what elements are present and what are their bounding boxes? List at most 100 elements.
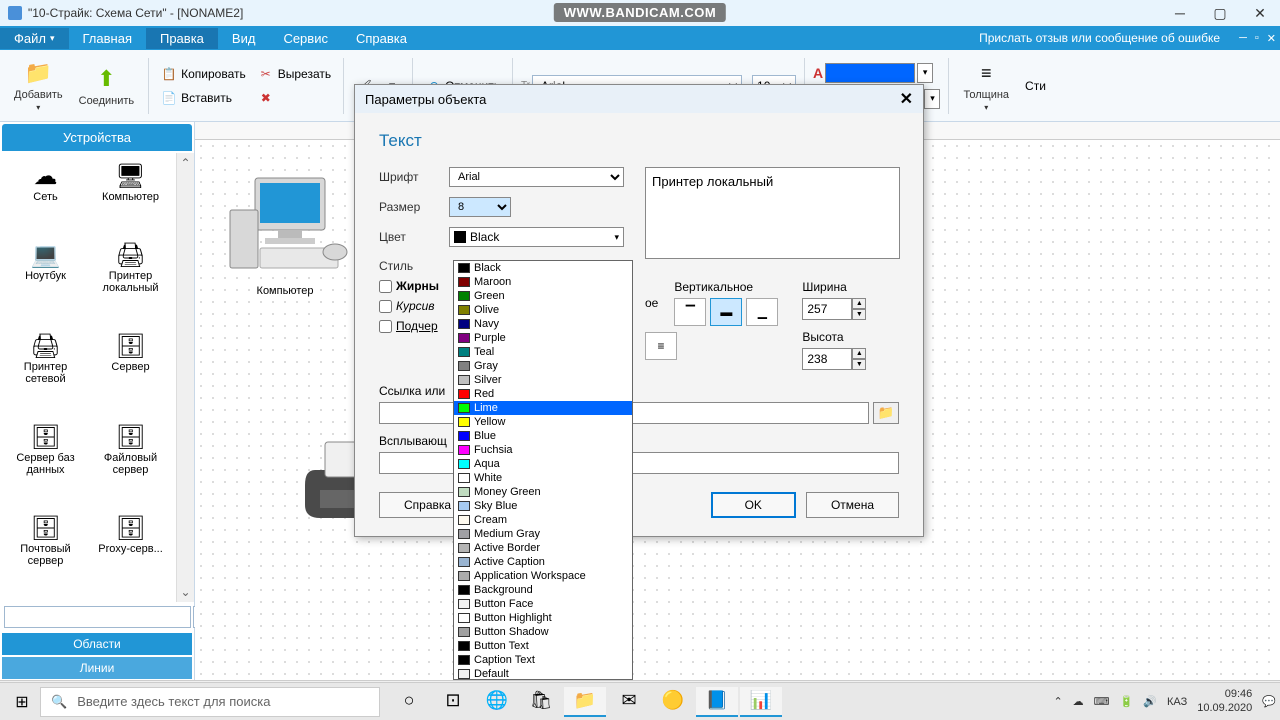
paste-button[interactable]: 📄Вставить <box>157 88 250 108</box>
tray-clock[interactable]: 09:46 10.09.2020 <box>1197 688 1252 714</box>
mdi-maximize[interactable]: ▫ <box>1255 32 1259 45</box>
color-option-aqua[interactable]: Aqua <box>454 457 632 471</box>
scroll-up[interactable]: ⌃ <box>177 153 194 173</box>
file-menu[interactable]: Файл ▾ <box>0 28 69 49</box>
device-laptop[interactable]: 💻Ноутбук <box>4 236 87 325</box>
dialog-text-input[interactable] <box>645 167 900 259</box>
delete-button[interactable]: ✖ <box>254 88 335 108</box>
color-dropdown-list[interactable]: BlackMaroonGreenOliveNavyPurpleTealGrayS… <box>453 260 633 680</box>
color-dropdown-arrow[interactable]: ▾ <box>917 63 933 83</box>
feedback-link[interactable]: Прислать отзыв или сообщение об ошибке <box>979 31 1220 45</box>
color-option-button-face[interactable]: Button Face <box>454 597 632 611</box>
device-dbserver[interactable]: 🗄Сервер баз данных <box>4 418 87 507</box>
color-swatch[interactable] <box>825 63 915 83</box>
color-option-purple[interactable]: Purple <box>454 331 632 345</box>
device-printer-local[interactable]: 🖨Принтер локальный <box>89 236 172 325</box>
menu-edit[interactable]: Правка <box>146 28 218 49</box>
color-option-button-highlight[interactable]: Button Highlight <box>454 611 632 625</box>
sidebar-section-areas[interactable]: Области <box>2 633 192 655</box>
link-browse[interactable]: 📁 <box>873 402 899 424</box>
menu-main[interactable]: Главная <box>69 28 146 49</box>
color-option-money-green[interactable]: Money Green <box>454 485 632 499</box>
scroll-down[interactable]: ⌄ <box>177 582 194 602</box>
start-button[interactable]: ⊞ <box>4 687 40 717</box>
task-app[interactable]: 📊 <box>740 687 782 717</box>
task-mail[interactable]: ✉ <box>608 687 650 717</box>
device-proxyserver[interactable]: 🗄Proxy-серв... <box>89 509 172 598</box>
color-option-gray[interactable]: Gray <box>454 359 632 373</box>
device-fileserver[interactable]: 🗄Файловый сервер <box>89 418 172 507</box>
mdi-minimize[interactable]: ─ <box>1239 32 1247 45</box>
device-network[interactable]: ☁Сеть <box>4 157 87 234</box>
color-option-teal[interactable]: Teal <box>454 345 632 359</box>
color-option-button-text[interactable]: Button Text <box>454 639 632 653</box>
width-spinner[interactable]: ▲▼ <box>802 298 866 320</box>
taskbar-search[interactable]: 🔍 Введите здесь текст для поиска <box>40 687 380 717</box>
color-option-default[interactable]: Default <box>454 667 632 680</box>
menu-service[interactable]: Сервис <box>269 28 342 49</box>
valign-bottom[interactable]: ▁ <box>746 298 778 326</box>
tray-onedrive-icon[interactable]: ☁ <box>1073 695 1084 708</box>
color-option-sky-blue[interactable]: Sky Blue <box>454 499 632 513</box>
cancel-button[interactable]: Отмена <box>806 492 899 518</box>
color-option-caption-text[interactable]: Caption Text <box>454 653 632 667</box>
add-button[interactable]: 📁 Добавить▾ <box>8 57 69 114</box>
dialog-font-select[interactable]: Arial <box>449 167 624 187</box>
copy-button[interactable]: 📋Копировать <box>157 64 250 84</box>
tray-input-icon[interactable]: ⌨ <box>1094 695 1110 708</box>
device-mailserver[interactable]: 🗄Почтовый сервер <box>4 509 87 598</box>
canvas-object-computer[interactable]: Компьютер <box>220 170 350 297</box>
color-option-fuchsia[interactable]: Fuchsia <box>454 443 632 457</box>
device-printer-network[interactable]: 🖨Принтер сетевой <box>4 327 87 416</box>
valign-middle[interactable]: ▬ <box>710 298 742 326</box>
color-option-active-caption[interactable]: Active Caption <box>454 555 632 569</box>
close-button[interactable]: ✕ <box>1240 0 1280 26</box>
dialog-color-select[interactable]: Black ▾ <box>449 227 624 247</box>
color-option-yellow[interactable]: Yellow <box>454 415 632 429</box>
color-option-maroon[interactable]: Maroon <box>454 275 632 289</box>
sidebar-header-devices[interactable]: Устройства <box>2 124 192 151</box>
task-edge[interactable]: 🌐 <box>476 687 518 717</box>
color-option-olive[interactable]: Olive <box>454 303 632 317</box>
minimize-button[interactable]: ─ <box>1160 0 1200 26</box>
color-option-blue[interactable]: Blue <box>454 429 632 443</box>
color-option-active-border[interactable]: Active Border <box>454 541 632 555</box>
color-option-red[interactable]: Red <box>454 387 632 401</box>
color-option-button-shadow[interactable]: Button Shadow <box>454 625 632 639</box>
tray-battery-icon[interactable]: 🔋 <box>1120 695 1134 708</box>
height-spinner[interactable]: ▲▼ <box>802 348 866 370</box>
device-server[interactable]: 🗄Сервер <box>89 327 172 416</box>
color-option-white[interactable]: White <box>454 471 632 485</box>
tray-notifications-icon[interactable]: 💬 <box>1262 695 1276 708</box>
sidebar-search-input[interactable] <box>4 606 191 628</box>
task-word[interactable]: 📘 <box>696 687 738 717</box>
dialog-size-select[interactable]: 8 <box>449 197 511 217</box>
device-computer[interactable]: 🖥Компьютер <box>89 157 172 234</box>
fill-dropdown-arrow[interactable]: ▾ <box>924 89 940 109</box>
ok-button[interactable]: OK <box>711 492 796 518</box>
color-option-application-workspace[interactable]: Application Workspace <box>454 569 632 583</box>
tray-chevron[interactable]: ⌃ <box>1053 695 1062 708</box>
cut-button[interactable]: ✂Вырезать <box>254 64 335 84</box>
halign-extra[interactable]: ≡ <box>645 332 677 360</box>
task-cortana[interactable]: ○ <box>388 687 430 717</box>
task-store[interactable]: 🛍 <box>520 687 562 717</box>
maximize-button[interactable]: ▢ <box>1200 0 1240 26</box>
task-taskview[interactable]: ⊡ <box>432 687 474 717</box>
valign-top[interactable]: ▔ <box>674 298 706 326</box>
task-chrome[interactable]: 🟡 <box>652 687 694 717</box>
color-option-background[interactable]: Background <box>454 583 632 597</box>
color-option-silver[interactable]: Silver <box>454 373 632 387</box>
color-option-green[interactable]: Green <box>454 289 632 303</box>
dialog-close-button[interactable]: ✕ <box>900 89 913 109</box>
color-option-lime[interactable]: Lime <box>454 401 632 415</box>
menu-help[interactable]: Справка <box>342 28 421 49</box>
color-option-cream[interactable]: Cream <box>454 513 632 527</box>
connect-button[interactable]: ⬆ Соединить <box>73 63 141 109</box>
mdi-close[interactable]: ✕ <box>1267 32 1276 45</box>
sidebar-section-lines[interactable]: Линии <box>2 657 192 679</box>
task-explorer[interactable]: 📁 <box>564 687 606 717</box>
menu-view[interactable]: Вид <box>218 28 270 49</box>
color-option-black[interactable]: Black <box>454 261 632 275</box>
thickness-button[interactable]: ≡ Толщина▾ <box>957 57 1015 114</box>
